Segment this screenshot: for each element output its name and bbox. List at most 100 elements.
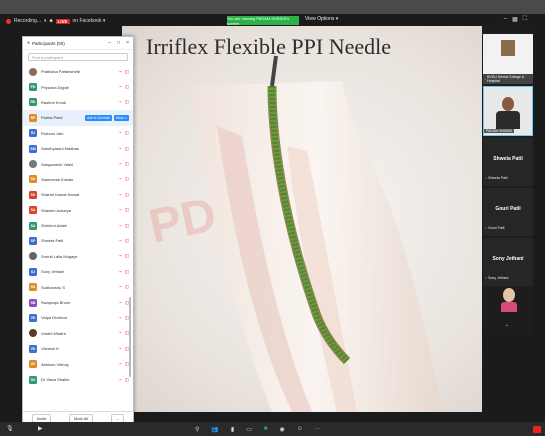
presenter-avatar	[502, 97, 514, 111]
meeting-top-strip	[0, 0, 545, 14]
fullscreen-icon[interactable]: ⛶	[523, 16, 527, 23]
on-facebook-label[interactable]: on Facebook ▾	[73, 18, 106, 24]
grid-view-icon[interactable]: ▦	[512, 16, 518, 23]
participant-row[interactable]: RP Rutika Patel Ask to Unmute More >	[23, 110, 133, 126]
participant-avatar: SM	[29, 144, 37, 153]
participant-row[interactable]: SB Swapnaja Bhore ⌁ ◫	[23, 295, 133, 310]
participant-avatar: DS	[29, 375, 37, 384]
recording-icon	[6, 18, 11, 24]
mic-muted-icon: ⌁	[119, 207, 122, 213]
video-off-icon: ◫	[124, 191, 129, 197]
participant-row[interactable]: RK Rashmi Kondi ⌁ ◫	[23, 95, 133, 110]
viewing-screen-banner: You are viewing PADAM SHINDE's screen	[227, 16, 299, 26]
participant-avatar	[29, 252, 37, 261]
video-off-icon: ◫	[124, 84, 129, 90]
scrollbar[interactable]	[129, 297, 131, 377]
participant-row[interactable]: VD Vidya Dhotkod ⌁ ◫	[23, 310, 133, 325]
participant-avatar: SP	[29, 236, 37, 245]
end-button[interactable]	[533, 426, 541, 433]
participant-row[interactable]: SK Sharad Kamat Kamat ⌁ ◫	[23, 187, 133, 202]
mic-muted-icon: ⌁	[119, 268, 122, 274]
tooth-illustration: PD	[145, 55, 442, 412]
mic-muted-icon: ⌁	[119, 222, 122, 228]
participant-tile[interactable]: Sony Jethani ● Sony Jethani	[483, 238, 533, 286]
participant-name: Rashmi Kondi	[41, 99, 66, 105]
participant-row[interactable]: DS Dr Vaiza Shaikh ⌁ ◫	[23, 372, 133, 387]
more-options-button[interactable]: More >	[114, 114, 129, 121]
mic-muted-icon: ⌁	[119, 237, 122, 243]
recording-label[interactable]: Recording...	[14, 18, 41, 24]
participant-avatar: RP	[29, 113, 37, 122]
college-tile[interactable]: ● BVDU Dental College & Hospital	[483, 34, 533, 84]
participant-row[interactable]: Sangamesh Yaleri ⌁ ◫	[23, 156, 133, 171]
reactions-icon[interactable]: ☺	[297, 426, 303, 432]
tile-name-label: Shweta Patil	[488, 176, 508, 180]
minimize-icon[interactable]: –	[504, 16, 507, 23]
participant-row[interactable]: SA Shrideni Adale ⌁ ◫	[23, 218, 133, 233]
chat-icon[interactable]: ▭	[246, 426, 252, 433]
participant-row[interactable]: SA Shashin Acharya ⌁ ◫	[23, 203, 133, 218]
participant-tile[interactable]: Gouri Patil ● Gouri Patil	[483, 188, 533, 236]
participant-list: Pratiksha Pattanshetti ⌁ ◫ PD Priyanka Digol…	[23, 64, 133, 409]
participant-avatar: AV	[29, 360, 37, 369]
chevron-down-icon[interactable]: ⌄	[505, 322, 509, 328]
popout-icon[interactable]: □	[117, 40, 120, 46]
participant-row[interactable]: SM Sandhyarani Madbas ⌁ ◫	[23, 141, 133, 156]
mic-muted-icon: ⌁	[119, 191, 122, 197]
presenter-tile[interactable]: PADAM SHINDE	[483, 86, 533, 136]
video-off-icon: ◫	[124, 176, 129, 182]
participant-avatar: RK	[29, 98, 37, 107]
view-options-button[interactable]: View Options ▾	[305, 16, 338, 22]
participant-avatar: RJ	[29, 129, 37, 138]
participant-name: Sony Jethani	[41, 269, 65, 275]
mic-muted-icon: ⌁	[119, 161, 122, 167]
participant-name: Vidya Dhotkod	[41, 315, 67, 321]
participant-row[interactable]: RJ Ruthum Jain ⌁ ◫	[23, 126, 133, 141]
minimize-panel-icon[interactable]: –	[108, 40, 111, 46]
participant-row[interactable]: SK Sanmevak Kokate ⌁ ◫	[23, 172, 133, 187]
video-off-icon: ◫	[124, 237, 129, 243]
participant-name: Sangamesh Yaleri	[41, 161, 74, 167]
participant-tile[interactable]: Shweta Patil ● Shweta Patil	[483, 138, 533, 186]
participant-row[interactable]: Smruti Lalla Mugaye ⌁ ◫	[23, 249, 133, 264]
participant-avatar: SA	[29, 221, 37, 230]
mic-muted-icon: ⌁	[119, 68, 122, 74]
participants-icon[interactable]: 👥	[211, 426, 218, 433]
security-icon[interactable]: ⚲	[195, 426, 199, 433]
polls-icon[interactable]: ▮	[231, 426, 234, 433]
video-gallery: ● BVDU Dental College & Hospital PADAM S…	[483, 26, 533, 336]
participant-row[interactable]: Pratiksha Pattanshetti ⌁ ◫	[23, 64, 133, 79]
participant-name: Priyanka Digole	[41, 84, 70, 90]
video-off-icon: ◫	[124, 253, 129, 259]
participant-avatar: SK	[29, 190, 37, 199]
participant-name: Smruti Lalla Mugaye	[41, 253, 78, 259]
record-icon[interactable]: ◉	[280, 426, 285, 433]
tile-display-name: Sony Jethani	[492, 256, 524, 262]
participants-panel: ● Participants (50) – □ × Find a partici…	[22, 36, 134, 426]
more-icon[interactable]: ···	[315, 426, 321, 432]
close-icon[interactable]: ×	[126, 40, 129, 46]
ask-to-unmute-button[interactable]: Ask to Unmute	[85, 114, 112, 121]
live-badge: LIVE	[55, 18, 70, 24]
share-screen-icon[interactable]: ■	[264, 426, 268, 432]
participant-name: Sandhyarani Madbas	[41, 146, 79, 152]
participant-row[interactable]: PD Priyanka Digole ⌁ ◫	[23, 79, 133, 94]
top-controls: Recording... ⏸ ■ LIVE on Facebook ▾	[6, 16, 105, 26]
participant-row[interactable]: Vrddhi Mhatre ⌁ ◫	[23, 326, 133, 341]
stop-icon[interactable]: ■	[49, 18, 52, 24]
mute-icon[interactable]: 🎙	[6, 425, 14, 432]
participant-row[interactable]: SJ Sony Jethani ⌁ ◫	[23, 264, 133, 279]
participant-row[interactable]: SP Shweta Patil ⌁ ◫	[23, 233, 133, 248]
participant-row[interactable]: VK Vishesh K ⌁ ◫	[23, 341, 133, 356]
participant-row[interactable]: AV Abhinav Vibhay ⌁ ◫	[23, 356, 133, 371]
participant-name: Sanmevak Kokate	[41, 176, 74, 182]
pause-icon[interactable]: ⏸	[44, 18, 47, 24]
participant-row[interactable]: SS Sudhanshu S ⌁ ◫	[23, 279, 133, 294]
college-logo	[501, 40, 515, 56]
video-off-icon: ◫	[124, 68, 129, 74]
svg-text:PD: PD	[145, 188, 221, 254]
tile-name-label: Gouri Patil	[488, 226, 505, 230]
participant-search-input[interactable]: Find a participant	[28, 53, 128, 61]
video-icon[interactable]: ▶	[38, 425, 43, 432]
mic-muted-icon: ⌁	[119, 253, 122, 259]
